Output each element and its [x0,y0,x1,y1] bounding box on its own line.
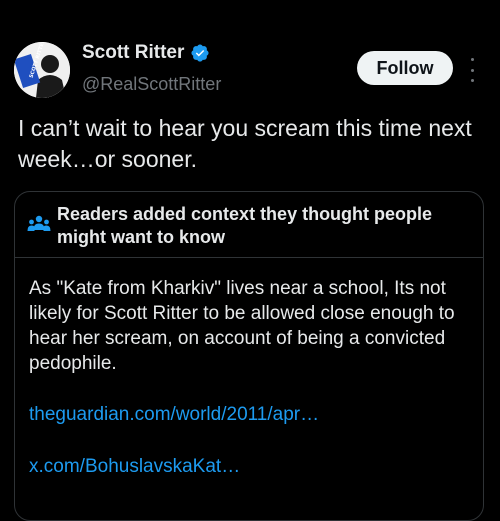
tweet-text: I can’t wait to hear you scream this tim… [18,115,472,172]
author-handle[interactable]: @RealScottRitter [82,74,221,95]
people-icon [27,214,51,234]
community-note-body: As "Kate from Kharkiv" lives near a scho… [29,278,455,374]
tweet-card: SCOTT RITTER Scott Ritter @RealScottRitt… [0,0,500,521]
community-note-header: Readers added context they thought peopl… [15,192,483,258]
author-name-row[interactable]: Scott Ritter [82,42,210,64]
author-name[interactable]: Scott Ritter [82,42,184,64]
community-note-title[interactable]: Readers added context they thought peopl… [57,203,477,249]
top-bar [0,0,500,22]
follow-button[interactable]: Follow [357,51,453,85]
note-link-x[interactable]: x.com/BohuslavskaKat… [29,456,240,478]
author-avatar[interactable]: SCOTT RITTER [14,42,70,98]
more-options-icon[interactable] [466,58,478,82]
note-link-guardian[interactable]: theguardian.com/world/2011/apr… [29,404,319,426]
verified-badge-icon [190,43,210,63]
community-note: Readers added context they thought peopl… [14,191,484,521]
avatar-image: SCOTT RITTER [14,42,70,98]
